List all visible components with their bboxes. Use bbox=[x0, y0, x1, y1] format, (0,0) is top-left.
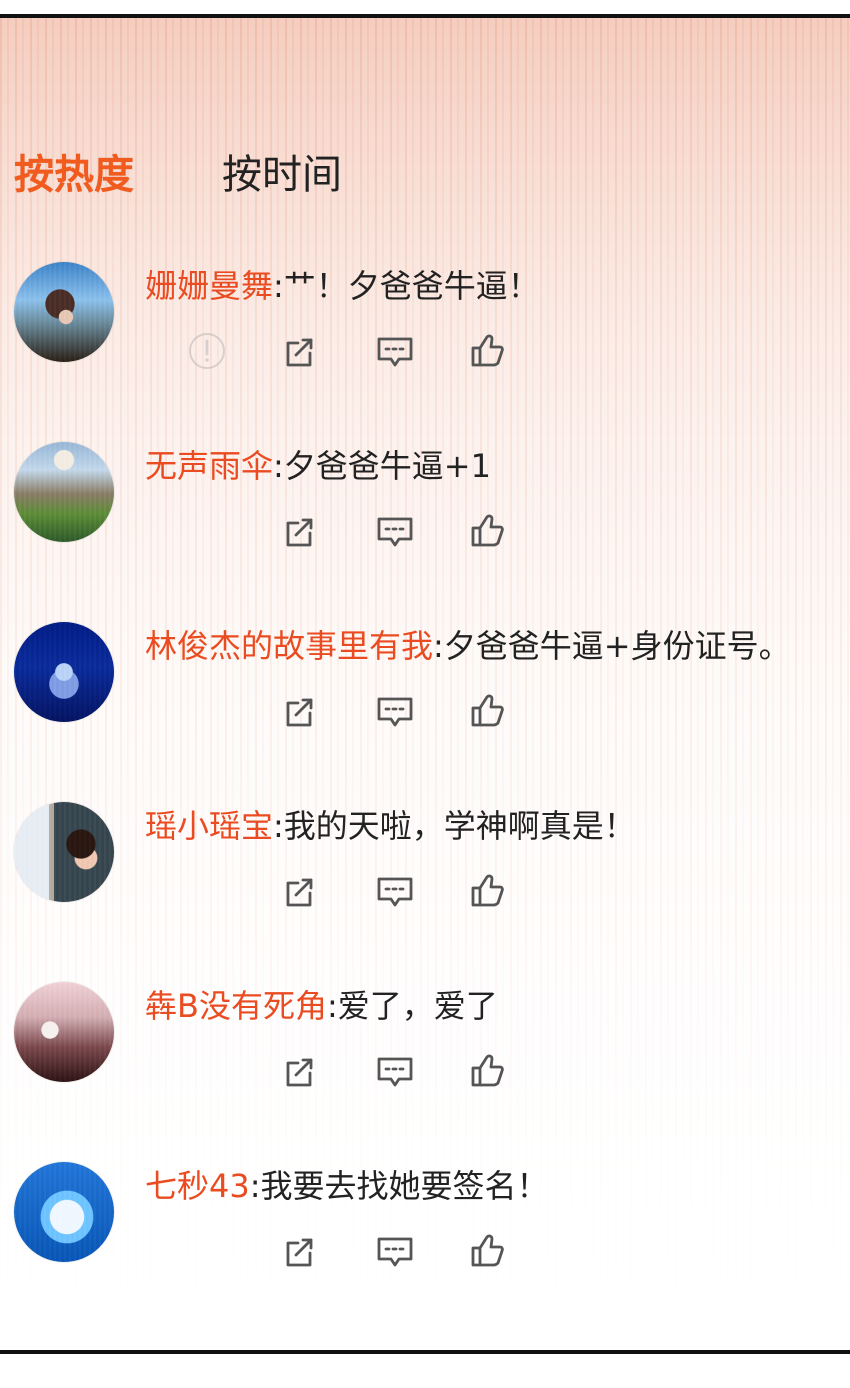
tab-hot[interactable]: 按热度 bbox=[14, 153, 134, 197]
share-icon[interactable] bbox=[278, 689, 322, 733]
comment-text: 我的天啦，学神啊真是！ bbox=[283, 807, 636, 845]
avatar[interactable] bbox=[14, 802, 114, 902]
like-icon[interactable] bbox=[465, 869, 509, 913]
list-item: 林俊杰的故事里有我:夕爸爸牛逼+身份证号。 bbox=[0, 604, 850, 784]
comment-separator: : bbox=[273, 447, 284, 485]
avatar[interactable] bbox=[14, 622, 114, 722]
avatar[interactable] bbox=[14, 982, 114, 1082]
comment-separator: : bbox=[249, 1167, 261, 1205]
comment-actions bbox=[185, 869, 515, 915]
comment-separator: : bbox=[433, 627, 444, 665]
username[interactable]: 瑶小瑶宝 bbox=[145, 807, 273, 845]
like-icon[interactable] bbox=[465, 1229, 509, 1273]
like-icon[interactable] bbox=[465, 689, 509, 733]
comment-separator: : bbox=[326, 987, 338, 1025]
sort-tabs: 按热度 按时间 bbox=[14, 153, 342, 197]
comment-actions bbox=[185, 329, 515, 375]
comment-list: 姗姗曼舞:艹！夕爸爸牛逼！ 无声雨伞:夕爸爸牛逼+1 林俊杰的故事里有我:夕爸爸… bbox=[0, 244, 850, 1324]
like-icon[interactable] bbox=[465, 1049, 509, 1093]
list-item: 姗姗曼舞:艹！夕爸爸牛逼！ bbox=[0, 244, 850, 424]
comment-text: 夕爸爸牛逼+身份证号。 bbox=[443, 627, 791, 665]
avatar[interactable] bbox=[14, 442, 114, 542]
comment-text-row: 犇B没有死角:爱了，爱了 bbox=[145, 986, 498, 1026]
comment-actions bbox=[185, 689, 515, 735]
comment-panel: 按热度 按时间 姗姗曼舞:艹！夕爸爸牛逼！ 无声雨伞:夕爸爸牛逼+1 林俊杰的故… bbox=[0, 14, 850, 1354]
comment-separator: : bbox=[273, 807, 284, 845]
username[interactable]: 林俊杰的故事里有我 bbox=[145, 627, 433, 665]
comment-actions bbox=[185, 1229, 515, 1275]
share-icon[interactable] bbox=[278, 329, 322, 373]
comment-icon[interactable] bbox=[373, 869, 417, 913]
comment-text: 爱了，爱了 bbox=[337, 987, 498, 1025]
avatar[interactable] bbox=[14, 262, 114, 362]
share-icon[interactable] bbox=[278, 1229, 322, 1273]
like-icon[interactable] bbox=[465, 509, 509, 553]
comment-icon[interactable] bbox=[373, 1049, 417, 1093]
username[interactable]: 七秒43 bbox=[145, 1167, 250, 1205]
comment-actions bbox=[185, 1049, 515, 1095]
list-item: 无声雨伞:夕爸爸牛逼+1 bbox=[0, 424, 850, 604]
comment-text: 夕爸爸牛逼+1 bbox=[283, 447, 491, 485]
comment-text-row: 瑶小瑶宝:我的天啦，学神啊真是！ bbox=[145, 806, 636, 846]
username[interactable]: 犇B没有死角 bbox=[145, 987, 327, 1025]
comment-text-row: 姗姗曼舞:艹！夕爸爸牛逼！ bbox=[145, 266, 540, 306]
username[interactable]: 无声雨伞 bbox=[145, 447, 273, 485]
comment-text-row: 林俊杰的故事里有我:夕爸爸牛逼+身份证号。 bbox=[145, 626, 791, 666]
like-icon[interactable] bbox=[465, 329, 509, 373]
share-icon[interactable] bbox=[278, 1049, 322, 1093]
comment-actions bbox=[185, 509, 515, 555]
username[interactable]: 姗姗曼舞 bbox=[145, 267, 273, 305]
comment-icon[interactable] bbox=[373, 509, 417, 553]
tab-time[interactable]: 按时间 bbox=[222, 153, 342, 197]
comment-icon[interactable] bbox=[373, 689, 417, 733]
share-icon[interactable] bbox=[278, 869, 322, 913]
comment-text: 我要去找她要签名！ bbox=[260, 1167, 549, 1205]
comment-text: 艹！夕爸爸牛逼！ bbox=[283, 267, 540, 305]
comment-text-row: 七秒43:我要去找她要签名！ bbox=[145, 1166, 549, 1206]
list-item: 瑶小瑶宝:我的天啦，学神啊真是！ bbox=[0, 784, 850, 964]
avatar[interactable] bbox=[14, 1162, 114, 1262]
list-item: 犇B没有死角:爱了，爱了 bbox=[0, 964, 850, 1144]
comment-icon[interactable] bbox=[373, 1229, 417, 1273]
list-item: 七秒43:我要去找她要签名！ bbox=[0, 1144, 850, 1324]
comment-icon[interactable] bbox=[373, 329, 417, 373]
comment-text-row: 无声雨伞:夕爸爸牛逼+1 bbox=[145, 446, 491, 486]
share-icon[interactable] bbox=[278, 509, 322, 553]
comment-separator: : bbox=[273, 267, 284, 305]
report-icon[interactable] bbox=[185, 329, 229, 373]
